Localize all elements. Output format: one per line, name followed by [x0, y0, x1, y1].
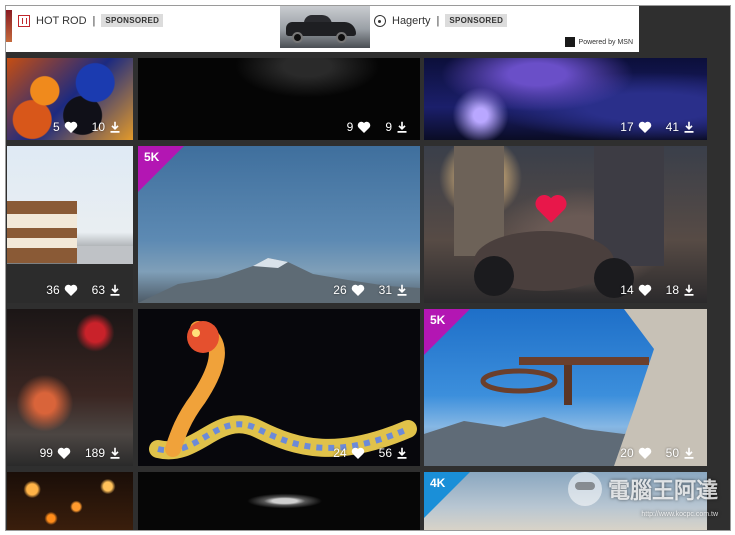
download-count: 31: [378, 283, 392, 297]
heart-icon[interactable]: [638, 121, 652, 133]
resolution-label: 4K: [430, 476, 446, 490]
like-count: 26: [333, 283, 347, 297]
download-count: 56: [378, 446, 392, 460]
like-count: 20: [620, 446, 634, 460]
resolution-label: 5K: [144, 150, 160, 164]
like-count: 36: [46, 283, 60, 297]
sponsored-badge: SPONSORED: [445, 14, 508, 27]
download-count: 18: [665, 283, 679, 297]
tile-stats: 9 9: [347, 120, 408, 134]
download-icon[interactable]: [396, 284, 408, 296]
like-count: 17: [620, 120, 634, 134]
like-count: 24: [333, 446, 347, 460]
heart-icon[interactable]: [357, 121, 371, 133]
wallpaper-tile[interactable]: [7, 472, 133, 530]
ad-thumbnail-partial[interactable]: [6, 10, 12, 42]
download-icon[interactable]: [109, 447, 121, 459]
resolution-label: 5K: [430, 313, 446, 327]
download-count: 10: [91, 120, 105, 134]
ad-brand: HOT ROD: [36, 14, 87, 27]
sponsored-badge: SPONSORED: [101, 14, 164, 27]
tile-stats: 14 18: [620, 283, 695, 297]
tile-stats: 5 10: [53, 120, 121, 134]
download-icon[interactable]: [396, 121, 408, 133]
hotrod-logo-icon: [18, 14, 30, 27]
download-count: 41: [665, 120, 679, 134]
powered-by-label: Powered by MSN: [578, 38, 633, 46]
wallpaper-tile[interactable]: 36 63: [7, 146, 133, 303]
tile-stats: 36 63: [46, 283, 121, 297]
download-icon[interactable]: [683, 121, 695, 133]
like-count: 14: [620, 283, 634, 297]
heart-icon[interactable]: [351, 284, 365, 296]
wallpaper-tile[interactable]: 5K 20 50: [424, 309, 707, 466]
sponsored-ad-hotrod[interactable]: HOT ROD | SPONSORED: [18, 14, 164, 27]
dragon-lantern-illustration: [149, 321, 417, 460]
ad-separator: |: [436, 14, 440, 27]
download-icon[interactable]: [109, 284, 121, 296]
wallpaper-tile[interactable]: 5 10: [7, 58, 133, 140]
ad-car-thumbnail[interactable]: [280, 6, 370, 48]
sponsored-ad-bar: HOT ROD | SPONSORED Hagerty | SPONSORED …: [6, 6, 639, 52]
powered-by-msn[interactable]: Powered by MSN: [564, 37, 633, 47]
steering-wheel-icon: [374, 14, 386, 27]
ad-separator: |: [92, 14, 96, 27]
download-icon[interactable]: [109, 121, 121, 133]
heart-icon[interactable]: [638, 447, 652, 459]
sponsored-ad-hagerty[interactable]: Hagerty | SPONSORED: [374, 14, 508, 27]
wallpaper-tile[interactable]: 5K 26 31: [138, 146, 420, 303]
download-count: 9: [385, 120, 392, 134]
ad-brand: Hagerty: [392, 14, 431, 27]
tile-stats: 99 189: [40, 446, 121, 460]
tile-stats: 24 56: [333, 446, 408, 460]
wallpaper-tile[interactable]: 14 18: [424, 146, 707, 303]
building-illustration: [7, 201, 133, 303]
heart-icon[interactable]: [638, 284, 652, 296]
wallpaper-tile[interactable]: 99 189: [7, 309, 133, 466]
wallpaper-tile[interactable]: 9 9: [138, 58, 420, 140]
city-motorcycle-illustration: [454, 146, 664, 298]
download-count: 50: [665, 446, 679, 460]
tile-stats: 17 41: [620, 120, 695, 134]
like-count: 9: [346, 120, 354, 134]
mascot-logo-icon: [567, 472, 602, 506]
heart-icon[interactable]: [351, 447, 365, 459]
site-watermark: 電腦王阿達 http://www.kocpc.com.tw: [567, 472, 718, 518]
tile-stats: 26 31: [333, 283, 408, 297]
msn-logo-icon: [564, 37, 575, 47]
watermark-url: http://www.kocpc.com.tw: [641, 511, 718, 518]
tile-stats: 20 50: [620, 446, 695, 460]
wallpaper-gallery-window: HOT ROD | SPONSORED Hagerty | SPONSORED …: [5, 5, 731, 531]
download-icon[interactable]: [683, 447, 695, 459]
like-count: 5: [52, 120, 60, 134]
like-count: 99: [39, 446, 53, 460]
wallpaper-tile[interactable]: [138, 472, 420, 530]
heart-icon[interactable]: [57, 447, 71, 459]
heart-icon[interactable]: [64, 121, 78, 133]
wallpaper-tile[interactable]: 24 56: [138, 309, 420, 466]
scrollbar-track[interactable]: [714, 6, 730, 530]
heart-icon[interactable]: [64, 284, 78, 296]
wallpaper-tile[interactable]: 17 41: [424, 58, 707, 140]
liked-heart-icon[interactable]: [534, 192, 568, 224]
watermark-text: 電腦王阿達: [607, 478, 718, 503]
download-icon[interactable]: [683, 284, 695, 296]
download-count: 63: [91, 283, 105, 297]
download-icon[interactable]: [396, 447, 408, 459]
download-count: 189: [84, 446, 105, 460]
